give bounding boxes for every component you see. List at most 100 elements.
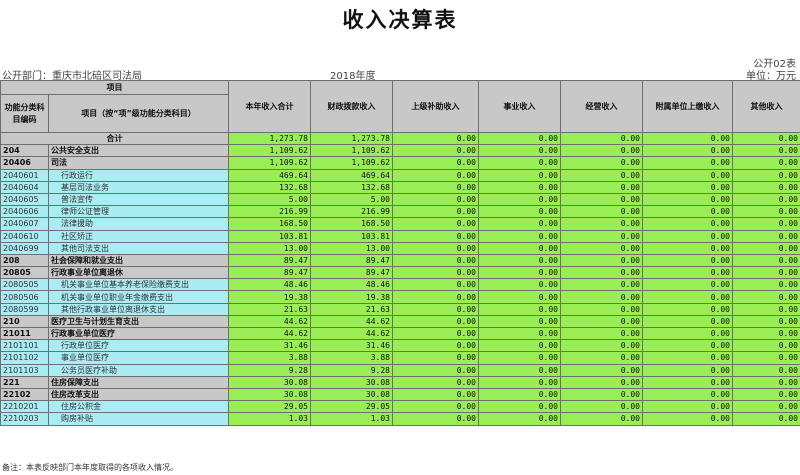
value-cell: 31.46 bbox=[228, 339, 311, 353]
value-cell: 0.00 bbox=[560, 217, 643, 231]
row-code: 2210203 bbox=[0, 412, 49, 426]
row-code: 2101103 bbox=[0, 363, 49, 377]
value-cell: 0.00 bbox=[478, 144, 561, 158]
row-code: 20406 bbox=[0, 156, 49, 170]
table-row: 22102 住房改革支出 30.08 30.08 0.00 0.00 0.00 0.00 0.0… bbox=[0, 387, 800, 402]
row-code: 2080599 bbox=[0, 302, 49, 316]
value-cell: 0.00 bbox=[560, 180, 643, 194]
value-cell: 48.46 bbox=[310, 278, 393, 292]
value-cell: 0.00 bbox=[478, 412, 561, 426]
value-cell: 19.38 bbox=[228, 290, 311, 304]
table-row: 20805 行政事业单位离退休 89.47 89.47 0.00 0.00 0.00 0.00… bbox=[0, 266, 800, 280]
value-cell: 0.00 bbox=[642, 266, 733, 280]
table-row: 210 医疗卫生与计划生育支出 44.62 44.62 0.00 0.00 0.00 0.00… bbox=[0, 314, 800, 329]
table-row: 2040607 法律援助 168.50 168.50 0.00 0.00 0.00 0.00 0… bbox=[0, 217, 800, 231]
value-cell: 0.00 bbox=[392, 156, 479, 170]
value-cell: 29.05 bbox=[228, 400, 311, 414]
row-name: 律师公证管理 bbox=[48, 205, 229, 219]
value-cell: 168.50 bbox=[310, 217, 393, 231]
value-cell: 168.50 bbox=[228, 217, 311, 231]
row-name: 机关事业单位职业年金缴费支出 bbox=[48, 290, 229, 304]
row-code: 2101102 bbox=[0, 351, 49, 365]
value-cell: 0.00 bbox=[478, 266, 561, 280]
value-cell: 0.00 bbox=[732, 229, 800, 243]
row-code: 2040699 bbox=[0, 241, 49, 255]
row-name: 社会保障和就业支出 bbox=[48, 253, 229, 268]
value-cell: 0.00 bbox=[732, 156, 800, 170]
value-cell: 0.00 bbox=[560, 156, 643, 170]
row-name: 公共安全支出 bbox=[48, 144, 229, 158]
value-cell: 0.00 bbox=[732, 363, 800, 377]
value-cell: 0.00 bbox=[732, 266, 800, 280]
value-cell: 0.00 bbox=[392, 400, 479, 414]
value-cell: 0.00 bbox=[732, 387, 800, 402]
item-header: 项目 bbox=[0, 80, 229, 95]
value-cell: 13.00 bbox=[310, 241, 393, 255]
value-cell: 0.00 bbox=[732, 412, 800, 426]
value-cell: 0.00 bbox=[478, 253, 561, 268]
value-cell: 0.00 bbox=[392, 339, 479, 353]
value-cell: 0.00 bbox=[642, 180, 733, 194]
row-name: 医疗卫生与计划生育支出 bbox=[48, 314, 229, 329]
value-cell: 89.47 bbox=[228, 266, 311, 280]
value-cell: 0.00 bbox=[642, 339, 733, 353]
value-cell: 0.00 bbox=[560, 205, 643, 219]
value-cell: 0.00 bbox=[392, 387, 479, 402]
value-cell: 0.00 bbox=[478, 363, 561, 377]
value-cell: 30.08 bbox=[310, 375, 393, 389]
row-code: 210 bbox=[0, 314, 49, 329]
value-cell: 0.00 bbox=[732, 192, 800, 207]
table-row: 2101101 行政单位医疗 31.46 31.46 0.00 0.00 0.00 0.00 0… bbox=[0, 339, 800, 353]
value-cell: 0.00 bbox=[642, 217, 733, 231]
table-row: 2040699 其他司法支出 13.00 13.00 0.00 0.00 0.00 0.00 0… bbox=[0, 241, 800, 255]
value-cell: 0.00 bbox=[732, 278, 800, 292]
code-header: 功能分类科目编码 bbox=[0, 94, 49, 133]
total-cell: 1,273.78 bbox=[310, 131, 393, 146]
value-cell: 0.00 bbox=[732, 302, 800, 316]
value-cell: 1,109.62 bbox=[228, 156, 311, 170]
income-table: 项目 本年收入合计 财政拨款收入 上级补助收入 事业收入 经营收入 附属单位上缴… bbox=[0, 80, 800, 426]
value-cell: 0.00 bbox=[732, 339, 800, 353]
value-cell: 29.05 bbox=[310, 400, 393, 414]
table-body: 合计 1,273.78 1,273.78 0.00 0.00 0.00 0.00… bbox=[0, 131, 800, 426]
table-row: 2040601 行政运行 469.64 469.64 0.00 0.00 0.00 0.00 0… bbox=[0, 168, 800, 182]
value-cell: 0.00 bbox=[392, 326, 479, 341]
value-cell: 0.00 bbox=[560, 400, 643, 414]
total-label: 合计 bbox=[0, 131, 229, 146]
value-cell: 13.00 bbox=[228, 241, 311, 255]
value-cell: 0.00 bbox=[478, 278, 561, 292]
value-cell: 0.00 bbox=[732, 326, 800, 341]
value-cell: 0.00 bbox=[478, 217, 561, 231]
value-cell: 0.00 bbox=[478, 339, 561, 353]
value-cell: 0.00 bbox=[560, 387, 643, 402]
row-name: 司法 bbox=[48, 156, 229, 170]
total-row: 合计 1,273.78 1,273.78 0.00 0.00 0.00 0.00… bbox=[0, 131, 800, 146]
total-cell: 1,273.78 bbox=[228, 131, 311, 146]
value-cell: 0.00 bbox=[642, 314, 733, 329]
value-cell: 0.00 bbox=[642, 156, 733, 170]
table-row: 2080505 机关事业单位基本养老保险缴费支出 48.46 48.46 0.00 0.0… bbox=[0, 278, 800, 292]
value-cell: 0.00 bbox=[392, 241, 479, 255]
value-cell: 0.00 bbox=[392, 290, 479, 304]
row-name: 其他司法支出 bbox=[48, 241, 229, 255]
value-cell: 0.00 bbox=[560, 229, 643, 243]
row-name: 住房公积金 bbox=[48, 400, 229, 414]
value-cell: 103.81 bbox=[310, 229, 393, 243]
value-cell: 0.00 bbox=[392, 192, 479, 207]
value-cell: 0.00 bbox=[642, 326, 733, 341]
table-row: 2080599 其他行政事业单位离退休支出 21.63 21.63 0.00 0.00 0.… bbox=[0, 302, 800, 316]
value-cell: 3.88 bbox=[310, 351, 393, 365]
value-cell: 0.00 bbox=[478, 326, 561, 341]
row-name: 行政事业单位离退休 bbox=[48, 266, 229, 280]
value-cell: 0.00 bbox=[642, 253, 733, 268]
row-code: 2040601 bbox=[0, 168, 49, 182]
table-row: 2040606 律师公证管理 216.99 216.99 0.00 0.00 0.00 0.0… bbox=[0, 205, 800, 219]
row-code: 2040604 bbox=[0, 180, 49, 194]
value-cell: 0.00 bbox=[560, 266, 643, 280]
value-cell: 0.00 bbox=[732, 217, 800, 231]
row-code: 2080505 bbox=[0, 278, 49, 292]
name-header: 项目（按“项”级功能分类科目） bbox=[48, 94, 229, 133]
table-row: 2210203 购房补贴 1.03 1.03 0.00 0.00 0.00 0.00 0.00 bbox=[0, 412, 800, 426]
value-cell: 0.00 bbox=[392, 229, 479, 243]
row-name: 机关事业单位基本养老保险缴费支出 bbox=[48, 278, 229, 292]
